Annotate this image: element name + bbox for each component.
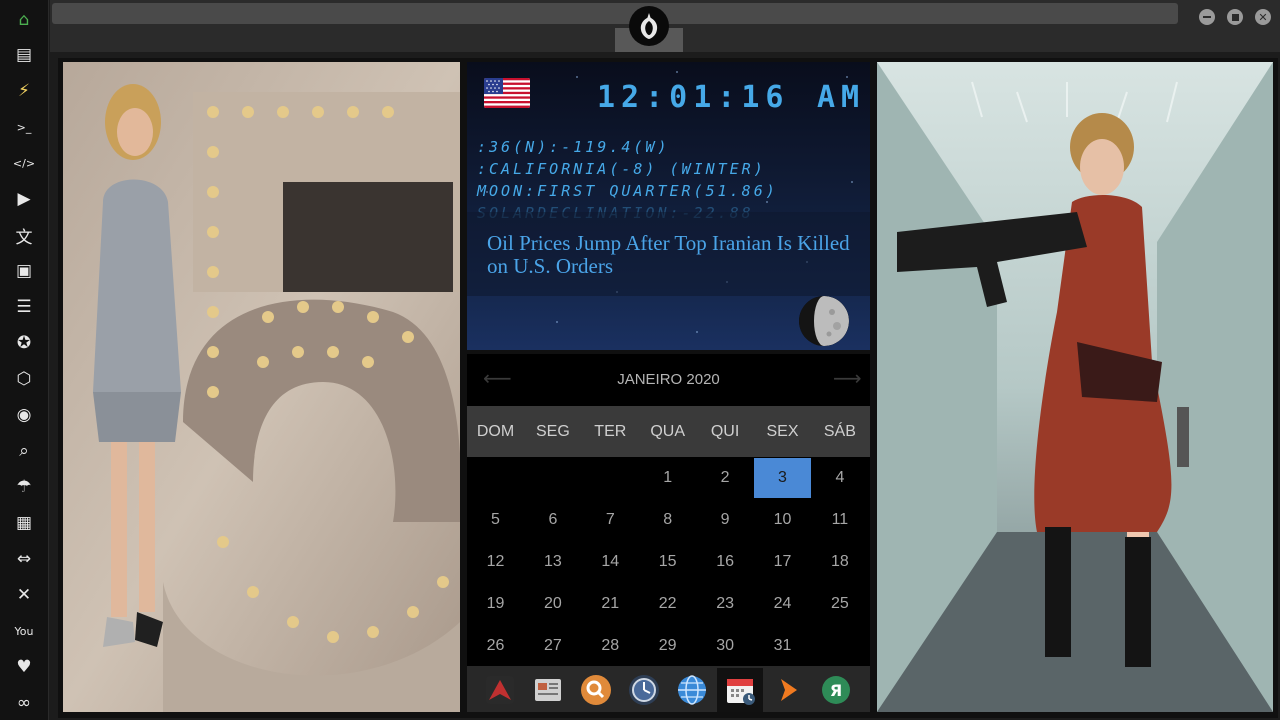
calendar-day[interactable]: 30 xyxy=(697,626,754,666)
weekday-label: SÁB xyxy=(823,422,856,440)
dock: Я xyxy=(467,666,870,712)
dock-news-reader-icon[interactable] xyxy=(525,668,571,712)
dock-forward-icon[interactable] xyxy=(765,668,811,712)
sidebar-umbrella-icon[interactable]: ☂ xyxy=(12,475,36,499)
sidebar-link-icon[interactable]: ⇔ xyxy=(12,547,36,571)
calendar-day[interactable]: 28 xyxy=(582,626,639,666)
calendar-day[interactable]: 26 xyxy=(467,626,524,666)
calendar-day[interactable]: 18 xyxy=(811,542,868,582)
sidebar-cube-icon[interactable]: ⬡ xyxy=(12,367,36,391)
sidebar-image-icon[interactable]: ▣ xyxy=(12,259,36,283)
calendar-day[interactable]: 24 xyxy=(754,584,811,624)
calendar-day[interactable]: 21 xyxy=(582,584,639,624)
sidebar: ⌂ ▤ ⚡ >_ </> ▶ 文 ▣ ☰ ✪ ⬡ ◉ ⌕ ☂ ▦ ⇔ ✕ You ♥ ∞ xyxy=(0,0,49,720)
dock-launcher-icon[interactable] xyxy=(477,668,523,712)
weekday-label: QUA xyxy=(650,422,686,440)
calendar-day[interactable]: 7 xyxy=(582,500,639,540)
sidebar-document-icon[interactable]: ▤ xyxy=(12,43,36,67)
calendar-day[interactable]: 15 xyxy=(639,542,696,582)
dock-clock-icon[interactable] xyxy=(621,668,667,712)
calendar-day[interactable]: 20 xyxy=(524,584,581,624)
calendar-day[interactable]: 23 xyxy=(697,584,754,624)
calendar-day[interactable]: 12 xyxy=(467,542,524,582)
calendar-day[interactable]: 6 xyxy=(524,500,581,540)
weekday-header: DOM SEG TER QUA QUI SEX SÁB xyxy=(467,406,870,457)
photo-wallpaper-left xyxy=(63,62,460,712)
close-button[interactable]: ✕ xyxy=(1255,9,1271,25)
sidebar-search-icon[interactable]: ⌕ xyxy=(12,439,36,463)
calendar-day[interactable]: 29 xyxy=(639,626,696,666)
us-flag-icon xyxy=(484,78,530,108)
calendar-day-today[interactable]: 3 xyxy=(754,458,811,498)
moon-icon xyxy=(799,296,849,346)
location-timezone: :CALIFORNIA(-8) (WINTER) xyxy=(477,160,766,178)
sidebar-heart-icon[interactable]: ♥ xyxy=(12,655,36,679)
dock-calendar-icon[interactable] xyxy=(717,668,763,712)
clock-widget: 12:01:16 AM :36(N):-119.4(W) :CALIFORNIA… xyxy=(467,62,870,350)
sidebar-news-icon[interactable]: ☰ xyxy=(12,295,36,319)
rebel-alliance-logo xyxy=(629,6,669,46)
sidebar-rebel-icon[interactable]: ✪ xyxy=(12,331,36,355)
clock-ampm: AM xyxy=(817,80,866,115)
calendar-day[interactable]: 9 xyxy=(697,500,754,540)
calendar-day[interactable]: 16 xyxy=(697,542,754,582)
calendar-widget: ⟵ JANEIRO 2020 ⟶ DOM SEG TER QUA QUI SEX SÁB 1… xyxy=(467,354,870,666)
maximize-button[interactable] xyxy=(1227,9,1243,25)
sidebar-play-icon[interactable]: ▶ xyxy=(12,187,36,211)
dock-search-icon[interactable] xyxy=(573,668,619,712)
location-coordinates: :36(N):-119.4(W) xyxy=(477,138,670,156)
sidebar-code-icon[interactable]: </> xyxy=(12,151,36,175)
sidebar-contacts-icon[interactable]: ▦ xyxy=(12,511,36,535)
sidebar-globe-icon[interactable]: ◉ xyxy=(12,403,36,427)
calendar-day[interactable]: 8 xyxy=(639,500,696,540)
calendar-day[interactable]: 17 xyxy=(754,542,811,582)
sidebar-terminal-icon[interactable]: >_ xyxy=(12,115,36,139)
calendar-day[interactable]: 11 xyxy=(811,500,868,540)
weekday-label: TER xyxy=(594,422,627,440)
weekday-label: DOM xyxy=(476,422,515,440)
sidebar-power-icon[interactable]: ⚡ xyxy=(12,79,36,103)
calendar-day[interactable]: 13 xyxy=(524,542,581,582)
calendar-day[interactable]: 4 xyxy=(811,458,868,498)
minimize-button[interactable] xyxy=(1199,9,1215,25)
calendar-day[interactable]: 10 xyxy=(754,500,811,540)
moon-phase: MOON:FIRST QUARTER(51.86) xyxy=(477,182,778,200)
rebel-alliance-icon xyxy=(640,13,658,39)
calendar-day[interactable]: 22 xyxy=(639,584,696,624)
sidebar-infinity-icon[interactable]: ∞ xyxy=(12,691,36,715)
dock-yandex-icon[interactable]: Я xyxy=(813,668,859,712)
calendar-month-label: JANEIRO 2020 xyxy=(617,370,720,388)
calendar-day[interactable]: 14 xyxy=(582,542,639,582)
calendar-day[interactable]: 19 xyxy=(467,584,524,624)
calendar-day[interactable]: 1 xyxy=(639,458,696,498)
calendar-day[interactable]: 31 xyxy=(754,626,811,666)
next-month-arrow-icon[interactable]: ⟶ xyxy=(833,366,862,390)
sidebar-home-icon[interactable]: ⌂ xyxy=(12,8,36,32)
news-headline[interactable]: Oil Prices Jump After Top Iranian Is Kil… xyxy=(487,232,857,278)
sidebar-translate-icon[interactable]: 文 xyxy=(12,223,36,248)
weekday-label: SEX xyxy=(766,422,799,440)
photo-wallpaper-right xyxy=(877,62,1273,712)
address-bar[interactable] xyxy=(52,3,1178,24)
calendar-day[interactable]: 2 xyxy=(697,458,754,498)
calendar-day[interactable]: 27 xyxy=(524,626,581,666)
dock-web-browser-icon[interactable] xyxy=(669,668,715,712)
svg-text:Я: Я xyxy=(830,681,842,700)
sidebar-youtube-icon[interactable]: You xyxy=(12,619,36,643)
calendar-day[interactable]: 25 xyxy=(811,584,868,624)
sidebar-fullscreen-icon[interactable]: ✕ xyxy=(12,583,36,607)
weekday-label: SEG xyxy=(535,422,570,440)
weekday-label: QUI xyxy=(710,422,740,440)
calendar-day[interactable]: 5 xyxy=(467,500,524,540)
clock-time: 12:01:16 xyxy=(597,80,790,115)
